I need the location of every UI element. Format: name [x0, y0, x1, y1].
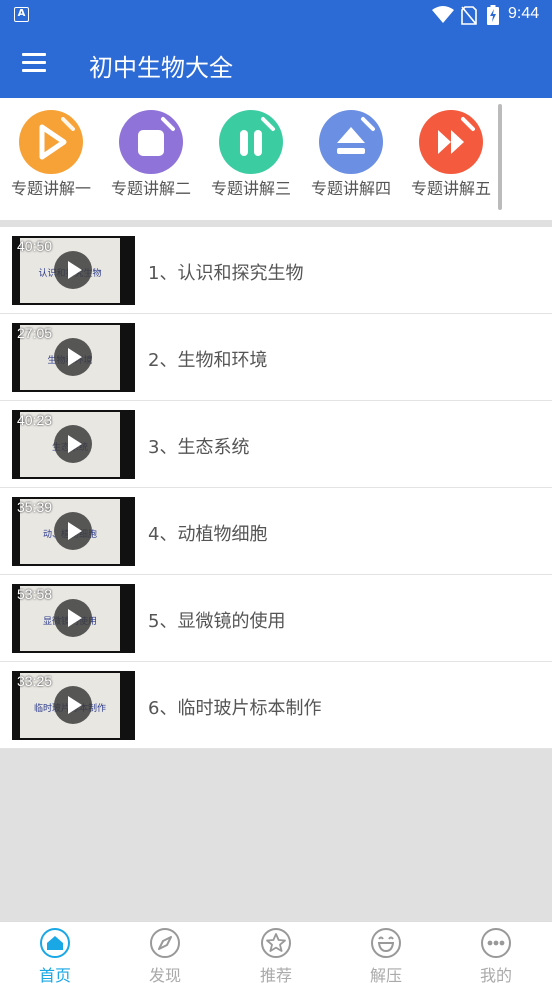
- topic-label: 专题讲解二: [110, 179, 191, 198]
- video-duration: 53:58: [17, 586, 53, 602]
- page-title: 初中生物大全: [89, 54, 233, 82]
- nav-label: 我的: [479, 966, 512, 983]
- topic-strip[interactable]: 专题讲解一 专题讲解二 专题讲解三 专题讲解四 专题讲解五: [0, 98, 552, 220]
- video-duration: 27:05: [17, 325, 53, 341]
- video-thumbnail: 生物和环境 27:05: [12, 323, 135, 392]
- star-icon: [261, 928, 291, 958]
- topic-label: 专题讲解四: [310, 179, 391, 198]
- app-notification-icon: A: [14, 7, 29, 22]
- video-title: 1、认识和探究生物: [148, 263, 304, 284]
- nav-home[interactable]: 首页: [0, 926, 110, 983]
- topic-label: 专题讲解一: [10, 179, 91, 198]
- topic-item-2[interactable]: 专题讲解二: [106, 110, 196, 218]
- video-title: 4、动植物细胞: [148, 524, 268, 545]
- status-time: 9:44: [508, 5, 540, 22]
- topic-label: 专题讲解三: [210, 179, 291, 198]
- app-bar: 初中生物大全: [0, 30, 552, 98]
- video-title: 5、显微镜的使用: [148, 611, 286, 632]
- nav-discover[interactable]: 发现: [110, 926, 220, 983]
- compass-icon: [150, 928, 180, 958]
- more-icon: [481, 928, 511, 958]
- video-thumbnail: 临时玻片标本制作 33:25: [12, 671, 135, 740]
- nav-mine[interactable]: 我的: [441, 926, 551, 983]
- pause-icon: [219, 110, 283, 174]
- video-list: 认识和探究生物 40:50 1、认识和探究生物 生物和环境 27:05 2、生物…: [0, 227, 552, 749]
- topic-item-4[interactable]: 专题讲解四: [306, 110, 396, 218]
- video-title: 3、生态系统: [148, 437, 250, 458]
- nav-label: 解压: [369, 966, 402, 983]
- no-sim-icon: [461, 6, 477, 25]
- status-bar: A 9:44: [0, 0, 552, 30]
- nav-label: 首页: [38, 966, 71, 983]
- smile-icon: [371, 928, 401, 958]
- video-title: 6、临时玻片标本制作: [148, 698, 322, 719]
- fast-forward-icon: [419, 110, 483, 174]
- nav-label: 发现: [148, 966, 181, 983]
- video-duration: 35:39: [17, 499, 53, 515]
- eject-icon: [319, 110, 383, 174]
- play-icon: [54, 251, 92, 289]
- wifi-icon: [432, 6, 454, 23]
- play-icon: [54, 338, 92, 376]
- list-item[interactable]: 生态系统 40:23 3、生态系统: [0, 401, 552, 488]
- topic-label: 专题讲解五: [410, 179, 491, 198]
- topic-scrollbar[interactable]: [498, 104, 502, 210]
- stop-icon: [119, 110, 183, 174]
- battery-charging-icon: [487, 5, 499, 25]
- home-icon: [40, 928, 70, 958]
- bottom-navigation: 首页 发现 推荐 解压 我的: [0, 921, 552, 983]
- video-duration: 40:23: [17, 412, 53, 428]
- video-thumbnail: 认识和探究生物 40:50: [12, 236, 135, 305]
- nav-recommend[interactable]: 推荐: [221, 926, 331, 983]
- list-item[interactable]: 生物和环境 27:05 2、生物和环境: [0, 314, 552, 401]
- list-item[interactable]: 临时玻片标本制作 33:25 6、临时玻片标本制作: [0, 662, 552, 749]
- play-icon: [54, 512, 92, 550]
- list-item[interactable]: 认识和探究生物 40:50 1、认识和探究生物: [0, 227, 552, 314]
- nav-label: 推荐: [259, 966, 292, 983]
- video-thumbnail: 显微镜的使用 53:58: [12, 584, 135, 653]
- nav-relax[interactable]: 解压: [331, 926, 441, 983]
- list-item[interactable]: 显微镜的使用 53:58 5、显微镜的使用: [0, 575, 552, 662]
- video-thumbnail: 生态系统 40:23: [12, 410, 135, 479]
- topic-item-5[interactable]: 专题讲解五: [406, 110, 496, 218]
- hamburger-menu-icon[interactable]: [22, 53, 46, 73]
- play-icon: [54, 599, 92, 637]
- list-item[interactable]: 动、植物细胞 35:39 4、动植物细胞: [0, 488, 552, 575]
- video-duration: 33:25: [17, 673, 53, 689]
- play-icon: [54, 425, 92, 463]
- video-duration: 40:50: [17, 238, 53, 254]
- video-title: 2、生物和环境: [148, 350, 268, 371]
- topic-item-1[interactable]: 专题讲解一: [6, 110, 96, 218]
- play-icon: [19, 110, 83, 174]
- video-thumbnail: 动、植物细胞 35:39: [12, 497, 135, 566]
- play-icon: [54, 686, 92, 724]
- topic-item-3[interactable]: 专题讲解三: [206, 110, 296, 218]
